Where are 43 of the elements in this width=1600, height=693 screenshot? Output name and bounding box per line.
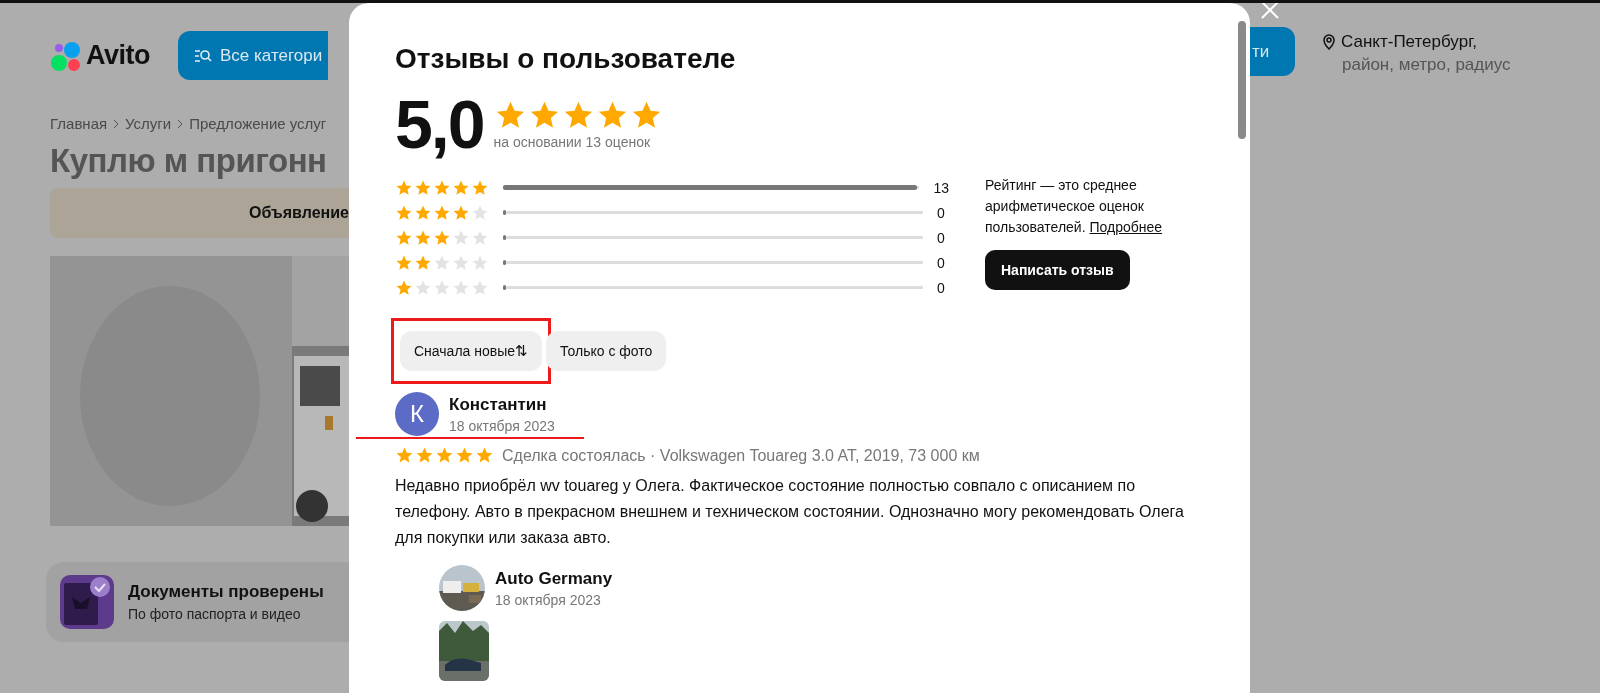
dialog-title: Отзывы о пользователе [395,43,737,75]
passport-icon [60,575,114,629]
filter-chip[interactable]: Только с фото [546,331,667,371]
notice-banner: Объявление [50,188,349,238]
rating-count: 0 [937,279,945,296]
scrollbar[interactable] [1238,21,1246,139]
rating-value: 5,0 [395,85,484,163]
location-city[interactable]: Санкт-Петербург, [1341,32,1477,52]
rating-explanation: Рейтинг — это среднее арифметическое оценок пользователей. Подробнее [985,176,1164,237]
deal-info: Сделка состоялась · Volkswagen Touareg 3.0 AT, 2019, 73 000 км [502,446,980,465]
rating-count: 13 [933,179,949,196]
verification-subtitle: По фото паспорта и видео [128,606,302,622]
write-review-button[interactable]: Написать отзыв [985,250,1130,290]
star-icon [475,446,494,465]
breadcrumb-link[interactable]: Услуги [125,115,172,132]
star-icon [415,446,434,465]
review-date: 18 октября 2023 [449,417,555,434]
categories-button[interactable]: Все категори [178,31,328,80]
logo-text[interactable]: Avito [86,40,150,71]
close-icon[interactable] [1260,3,1280,20]
breadcrumb-link[interactable]: Предложение услуг [189,115,327,132]
rating-count: 0 [937,229,945,246]
star-icon [455,446,474,465]
search-icon [194,48,212,63]
review-text: Недавно приобрёл wv touareg у Олега. Фактическое состояние полностью совпало с описанием по телефону. Авто в прекрасном внешнем и техническом состоянии. Однозначно могу рекомендовать Олега для покупки или заказа авто. [395,476,1185,548]
rating-count: 0 [937,254,945,271]
author-name: Константин [449,394,548,415]
reply-date: 18 октября 2023 [495,591,602,608]
chevron-icon [176,118,185,129]
rating-basis: на основании 13 оценок [493,133,652,150]
star-icon [435,446,454,465]
location-pin-icon [1322,34,1336,50]
author-name: Auto Germany [495,568,613,589]
filter-chip[interactable]: Сначала новые⇅ [400,331,543,371]
more-link[interactable]: Подробнее [1089,219,1163,235]
search-button[interactable]: ти [1250,27,1295,76]
listing-title: Куплю м пригонн [50,142,328,180]
chevron-icon [112,118,121,129]
verification-title: Документы проверены [128,582,324,602]
rating-count: 0 [937,204,945,221]
breadcrumb-link[interactable]: Главная [50,115,108,132]
avatar: К [395,392,439,436]
star-icon [395,446,414,465]
